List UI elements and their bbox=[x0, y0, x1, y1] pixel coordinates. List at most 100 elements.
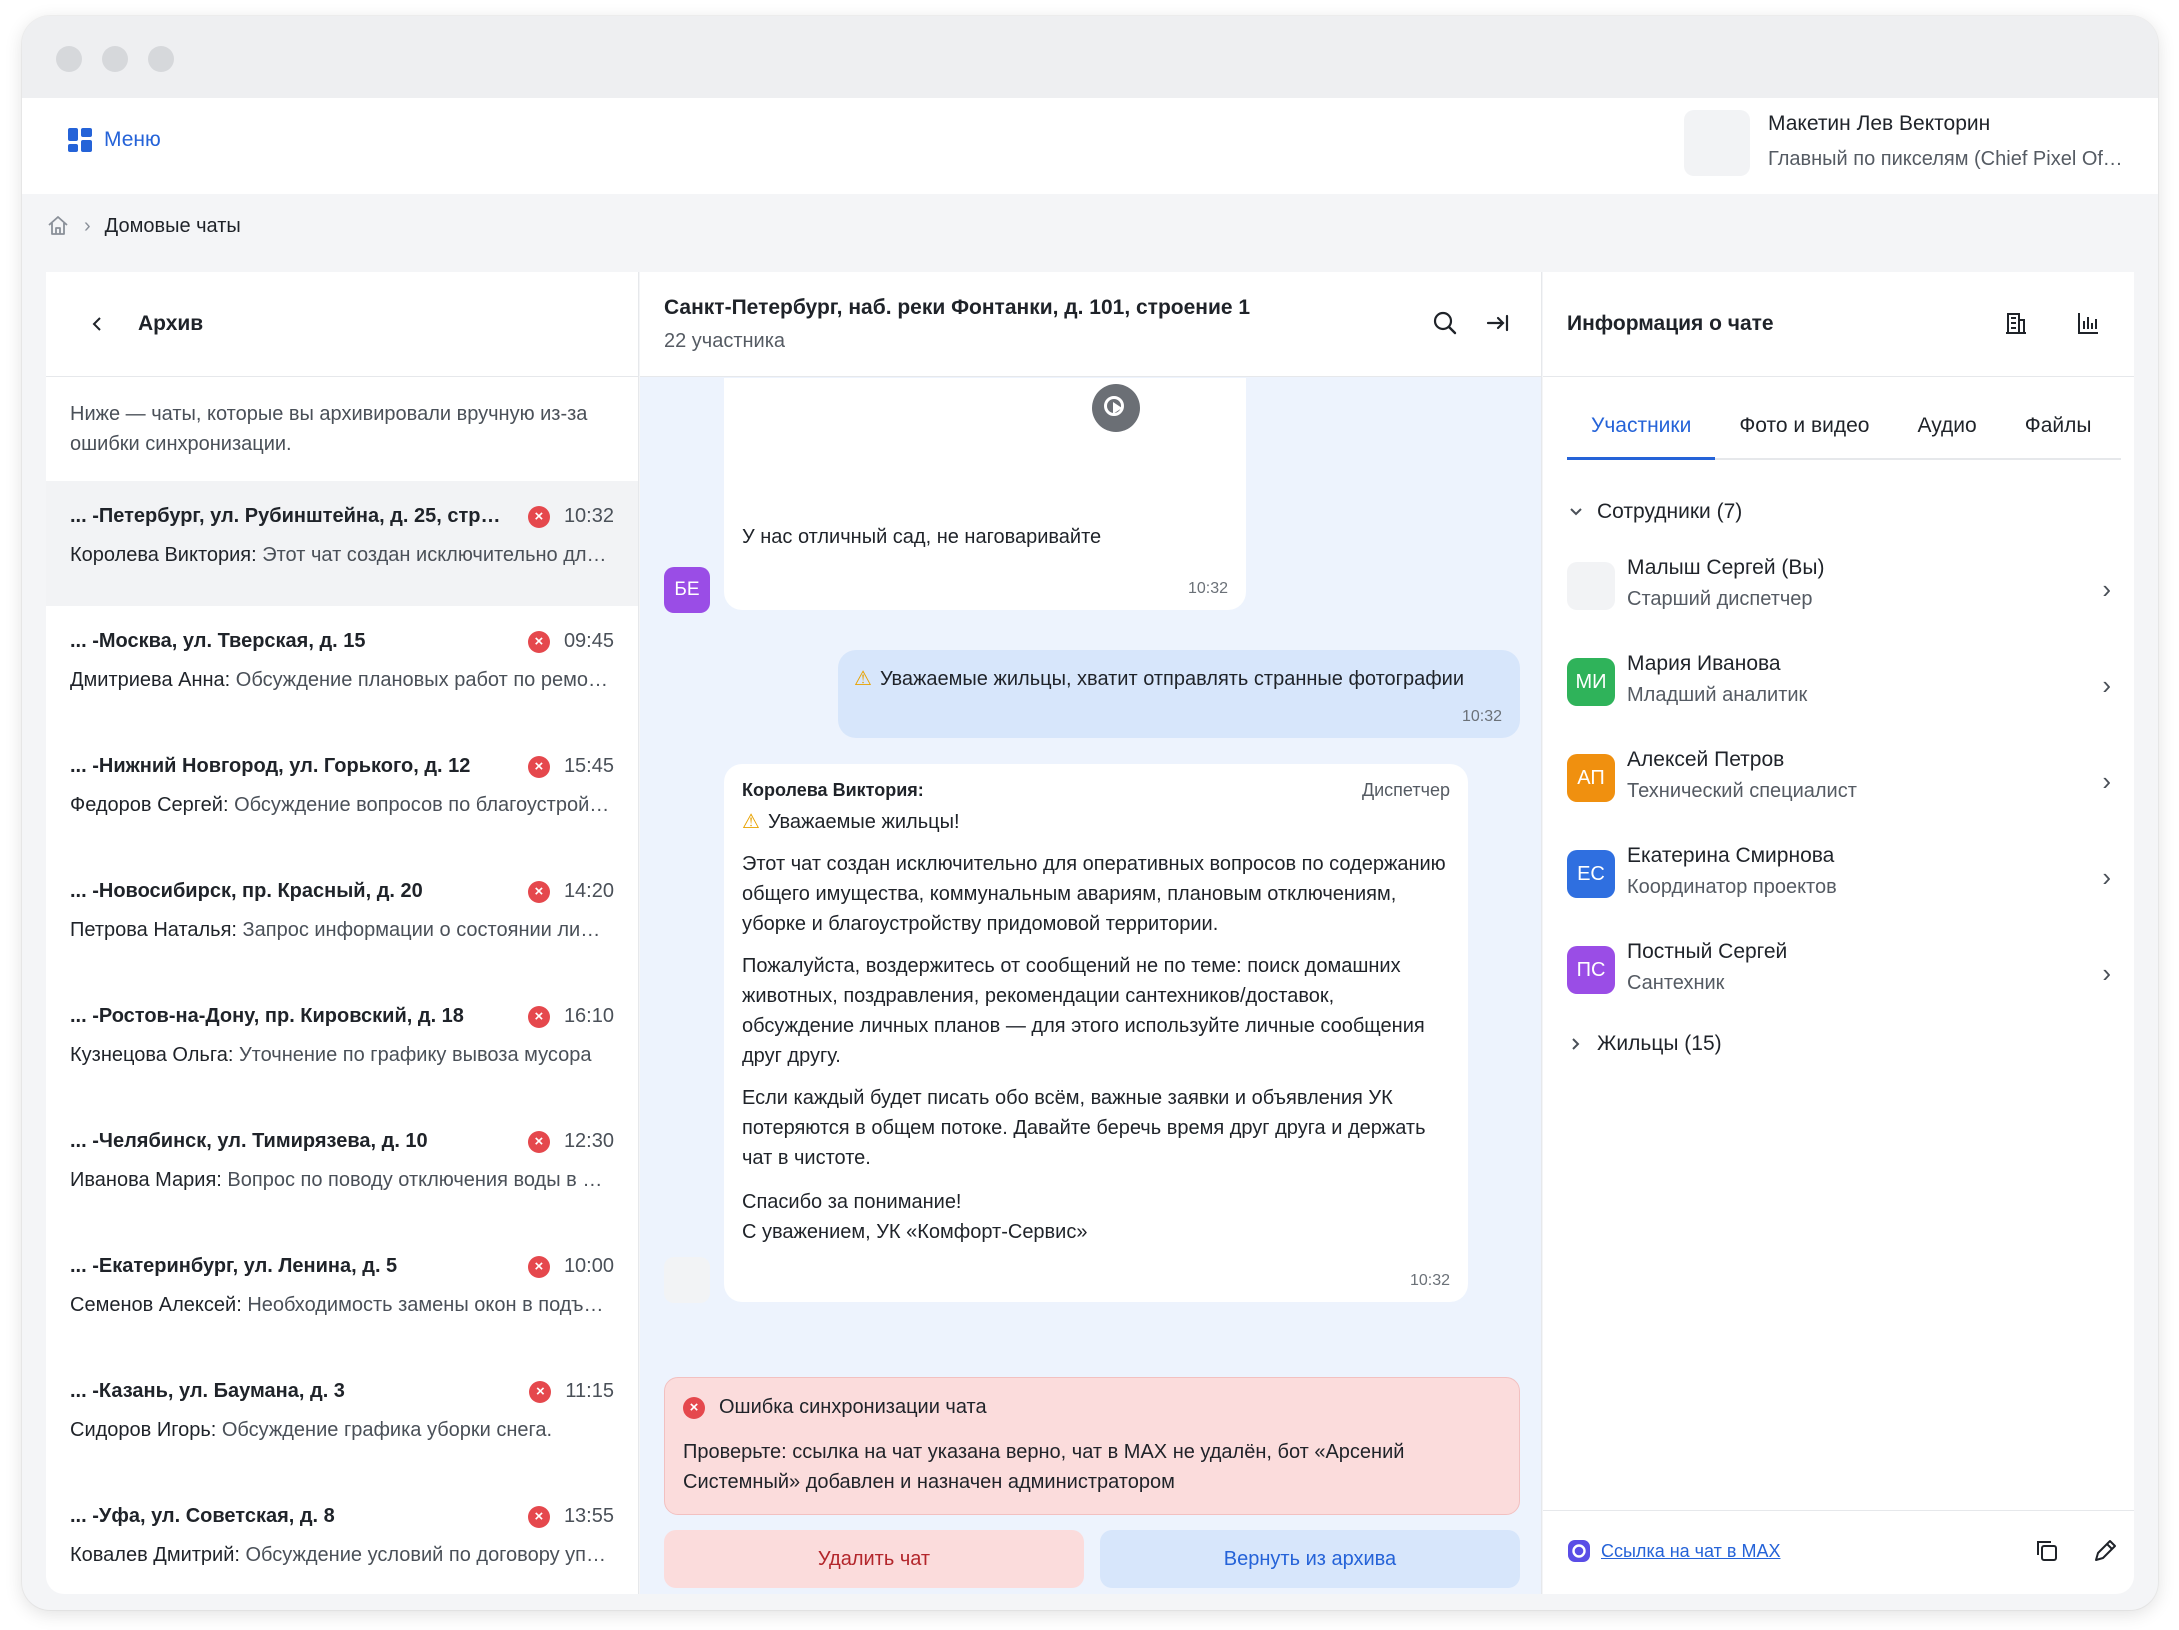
home-icon[interactable] bbox=[46, 214, 70, 238]
tab-files[interactable]: Файлы bbox=[2001, 404, 2116, 460]
archive-header: Архив bbox=[46, 272, 638, 377]
error-icon: × bbox=[527, 1005, 550, 1028]
chat-info-footer: Ссылка на чат в MAX bbox=[1543, 1510, 2134, 1594]
message-paragraph: Если каждый будет писать обо всём, важны… bbox=[742, 1087, 1426, 1169]
chevron-right-icon: › bbox=[2102, 574, 2111, 604]
chat-time: 12:30 bbox=[563, 1130, 614, 1152]
list-item[interactable]: ... -Екатеринбург, ул. Ленина, д. 5 × 10:0… bbox=[46, 1231, 638, 1356]
message-paragraph: Пожалуйста, воздержитесь от сообщений не… bbox=[742, 955, 1425, 1067]
chat-author: Королева Виктория: bbox=[70, 544, 257, 566]
chat-header-title: Санкт-Петербург, наб. реки Фонтанки, д. … bbox=[664, 296, 1251, 319]
message-time: 10:32 bbox=[1187, 580, 1228, 597]
collapse-panel-icon[interactable] bbox=[1483, 308, 1513, 338]
building-icon[interactable] bbox=[2001, 308, 2031, 338]
chat-time: 16:10 bbox=[563, 1005, 614, 1027]
avatar bbox=[664, 1257, 710, 1303]
error-icon: × bbox=[527, 505, 550, 528]
chat-header: Санкт-Петербург, наб. реки Фонтанки, д. … bbox=[640, 272, 1541, 377]
tab-audio[interactable]: Аудио bbox=[1893, 404, 2000, 460]
user-profile[interactable]: Макетин Лев Векторин Главный по пикселям… bbox=[1684, 110, 2128, 176]
restore-from-archive-button[interactable]: Вернуть из архива bbox=[1100, 1530, 1520, 1588]
chat-author: Петрова Наталья: bbox=[70, 919, 237, 941]
message-author: Королева Виктория: bbox=[742, 780, 924, 800]
chat-header-subtitle: 22 участника bbox=[664, 330, 786, 352]
delete-chat-button[interactable]: Удалить чат bbox=[664, 1530, 1084, 1588]
list-item[interactable]: ... -Казань, ул. Баумана, д. 3 × 11:15 Сид… bbox=[46, 1356, 638, 1481]
list-item[interactable]: ... -Петербург, ул. Рубинштейна, д. 25, … bbox=[46, 481, 638, 606]
max-chat-link[interactable]: Ссылка на чат в MAX bbox=[1567, 1539, 1780, 1563]
chevron-right-icon: › bbox=[2102, 958, 2111, 988]
member-row[interactable]: АП Алексей Петров Технический специалист… bbox=[1567, 746, 2121, 816]
chat-time: 09:45 bbox=[563, 630, 614, 652]
window-close-dot[interactable] bbox=[56, 46, 82, 72]
chat-time: 10:00 bbox=[563, 1255, 614, 1277]
title-bar bbox=[22, 16, 2158, 98]
sync-error-banner: × Ошибка синхронизации чата Проверьте: сс… bbox=[664, 1377, 1520, 1515]
chat-preview: Вопрос по поводу отключения воды в доме bbox=[227, 1169, 614, 1191]
error-icon: × bbox=[527, 755, 550, 778]
message-paragraph: Спасибо за понимание! bbox=[742, 1191, 962, 1213]
message-bubble[interactable]: У нас отличный сад, не наговаривайте 10:… bbox=[724, 378, 1246, 610]
member-role: Младший аналитик bbox=[1627, 684, 1808, 706]
edit-icon[interactable] bbox=[2091, 1537, 2119, 1565]
member-role: Старший диспетчер bbox=[1627, 588, 1813, 610]
statistics-icon[interactable] bbox=[2073, 308, 2103, 338]
list-item[interactable]: ... -Ростов-на-Дону, пр. Кировский, д. 1… bbox=[46, 981, 638, 1106]
chevron-down-icon bbox=[1570, 508, 1582, 516]
residents-group-toggle[interactable]: Жильцы (15) bbox=[1567, 1032, 1722, 1056]
error-icon: × bbox=[527, 1130, 550, 1153]
chevron-right-icon: › bbox=[84, 214, 91, 237]
warning-icon: ⚠ bbox=[742, 811, 760, 833]
message-bubble[interactable]: Королева Виктория: Диспетчер ⚠ Уважаемые … bbox=[724, 764, 1468, 1302]
chat-preview: Уточнение по графику вывоза мусора bbox=[238, 1044, 592, 1066]
chat-title: ... -Нижний Новгород, ул. Горького, д. 1… bbox=[70, 755, 471, 777]
staff-group-toggle[interactable]: Сотрудники (7) bbox=[1567, 500, 1742, 524]
chevron-right-icon: › bbox=[2102, 766, 2111, 796]
member-row[interactable]: ПС Постный Сергей Сантехник › bbox=[1567, 938, 2121, 1008]
tab-participants[interactable]: Участники bbox=[1567, 404, 1716, 460]
chat-info-panel: Информация о чате Участники Фото и видео… bbox=[1543, 272, 2134, 1594]
error-body: Проверьте: ссылка на чат указана верно, … bbox=[683, 1441, 1405, 1493]
member-role: Технический специалист bbox=[1627, 780, 1857, 802]
top-bar: Меню Макетин Лев Векторин Главный по пик… bbox=[22, 98, 2158, 194]
message-author-role: Диспетчер bbox=[1361, 780, 1450, 800]
member-row[interactable]: МИ Мария Иванова Младший аналитик › bbox=[1567, 650, 2121, 720]
search-icon[interactable] bbox=[1430, 308, 1460, 338]
back-arrow-icon[interactable] bbox=[88, 314, 108, 334]
list-item[interactable]: ... -Новосибирск, пр. Красный, д. 20 × 14:… bbox=[46, 856, 638, 981]
info-tabs: Участники Фото и видео Аудио Файлы bbox=[1567, 404, 2121, 460]
list-item[interactable]: ... -Москва, ул. Тверская, д. 15 × 09:45 Д… bbox=[46, 606, 638, 731]
member-row[interactable]: Малыш Сергей (Вы) Старший диспетчер › bbox=[1567, 554, 2121, 624]
play-icon[interactable] bbox=[1092, 384, 1140, 432]
staff-group-label: Сотрудники (7) bbox=[1597, 500, 1743, 523]
message-heading: Уважаемые жильцы! bbox=[767, 811, 960, 833]
window-minimize-dot[interactable] bbox=[102, 46, 128, 72]
error-icon: × bbox=[527, 880, 550, 903]
member-role: Сантехник bbox=[1627, 972, 1725, 994]
max-link-label: Ссылка на чат в MAX bbox=[1601, 1540, 1781, 1561]
chat-preview: Обсуждение графика уборки снега. bbox=[221, 1419, 553, 1441]
chat-author: Федоров Сергей: bbox=[70, 794, 229, 816]
chat-title: ... -Уфа, ул. Советская, д. 8 bbox=[70, 1505, 335, 1527]
tab-photo-video[interactable]: Фото и видео bbox=[1715, 404, 1893, 460]
breadcrumb: › Домовые чаты bbox=[46, 214, 241, 238]
avatar: ПС bbox=[1567, 946, 1615, 994]
message-time: 10:32 bbox=[1461, 708, 1502, 725]
member-row[interactable]: ЕС Екатерина Смирнова Координатор проект… bbox=[1567, 842, 2121, 912]
member-role: Координатор проектов bbox=[1627, 876, 1837, 898]
list-item[interactable]: ... -Нижний Новгород, ул. Горького, д. 1… bbox=[46, 731, 638, 856]
chevron-right-icon bbox=[1572, 1038, 1580, 1050]
user-role: Главный по пикселям (Chief Pixel Officer… bbox=[1768, 148, 2128, 170]
chat-title: ... -Новосибирск, пр. Красный, д. 20 bbox=[70, 880, 423, 902]
error-icon: × bbox=[527, 1255, 550, 1278]
copy-icon[interactable] bbox=[2033, 1537, 2061, 1565]
menu-button[interactable]: Меню bbox=[68, 128, 161, 152]
message-bubble-own[interactable]: ⚠ Уважаемые жильцы, хватит отправлять стр… bbox=[838, 650, 1520, 738]
window-maximize-dot[interactable] bbox=[148, 46, 174, 72]
max-logo-icon bbox=[1568, 1540, 1590, 1562]
chat-time: 10:32 bbox=[563, 505, 614, 527]
list-item[interactable]: ... -Челябинск, ул. Тимирязева, д. 10 × 12… bbox=[46, 1106, 638, 1231]
chat-preview: Этот чат создан исключительно для операт… bbox=[262, 544, 614, 566]
list-item[interactable]: ... -Уфа, ул. Советская, д. 8 × 13:55 Кова… bbox=[46, 1481, 638, 1606]
chat-time: 13:55 bbox=[563, 1505, 614, 1527]
